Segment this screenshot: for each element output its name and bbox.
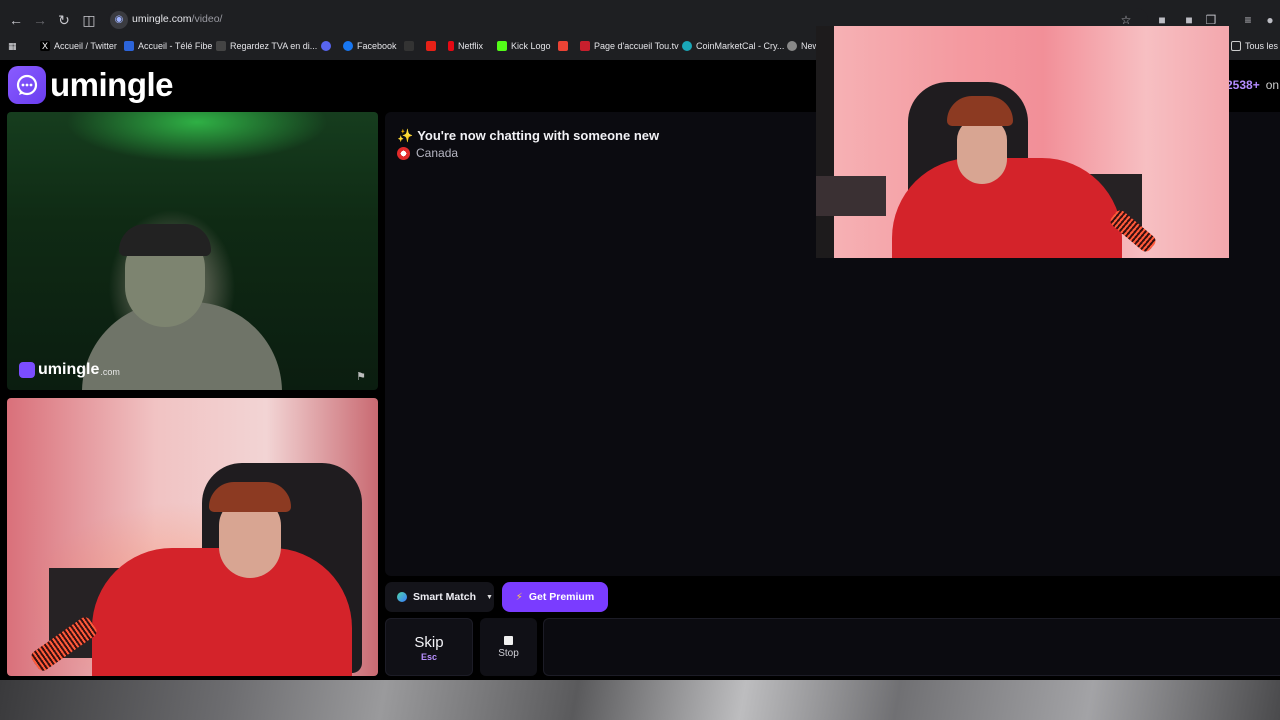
site-info-icon[interactable]: ◉ — [110, 11, 128, 29]
partner-country: Canada — [397, 146, 458, 160]
webcam-overlay — [816, 26, 1229, 258]
bookmark-item[interactable]: Page d'accueil Tou.tv — [580, 39, 679, 53]
online-count-value: 2538+ — [1226, 78, 1260, 92]
url-path: /video/ — [191, 13, 223, 25]
bookmark-label: Accueil - Télé Fibe — [138, 41, 213, 51]
forward-arrow-icon[interactable]: → — [32, 12, 48, 28]
bookmark-item[interactable] — [404, 39, 414, 53]
facebook-icon — [343, 41, 353, 51]
bookmark-item[interactable]: New — [787, 39, 819, 53]
umingle-watermark: umingle .com — [19, 361, 120, 379]
bookmark-item[interactable]: Accueil - Télé Fibe — [124, 39, 212, 53]
bookmark-label: Facebook — [357, 41, 397, 51]
sparkle-icon: ✨ — [397, 128, 414, 143]
premium-label: Get Premium — [528, 591, 595, 603]
shelf — [816, 176, 886, 216]
bookmark-label: CoinMarketCal - Cry... — [696, 41, 785, 51]
streamer-face — [957, 118, 1007, 184]
stranger-video: umingle .com ⚑ — [7, 112, 378, 390]
skip-shortcut: Esc — [420, 652, 437, 662]
chat-status: ✨ You're now chatting with someone new — [397, 128, 659, 144]
s-app-icon — [404, 41, 414, 51]
bookmark-label: Regardez TVA en di... — [230, 41, 318, 51]
url-host: umingle.com — [132, 13, 192, 25]
bookmark-item[interactable]: Regardez TVA en di... — [216, 39, 317, 53]
watermark-main: umingle — [38, 361, 100, 378]
discord-icon — [321, 41, 331, 51]
tva-icon — [216, 41, 226, 51]
online-users-count: 2538+ on — [1226, 78, 1279, 92]
sidebar-toggle-icon[interactable]: ◫ — [81, 12, 97, 28]
coinmarketcal-icon — [682, 41, 692, 51]
tab-search-icon[interactable]: ≡ — [1240, 12, 1256, 28]
lightning-icon: ⚡ — [515, 591, 523, 603]
youtube-icon — [426, 41, 436, 51]
chat-status-text: You're now chatting with someone new — [417, 128, 660, 143]
report-flag-icon[interactable]: ⚑ — [356, 370, 370, 384]
bookmark-item[interactable]: Netflix — [448, 39, 483, 53]
toutv-icon — [580, 41, 590, 51]
partner-country-name: Canada — [416, 146, 459, 160]
x-twitter-icon: X — [40, 41, 50, 51]
desk-surface — [0, 680, 1280, 720]
online-count-suffix: on — [1265, 78, 1280, 92]
bookmark-item[interactable] — [321, 39, 331, 53]
bookmark-label: Accueil / Twitter — [54, 41, 117, 51]
skip-label: Skip — [414, 634, 444, 651]
bookmark-item[interactable]: Kick Logo — [497, 39, 551, 53]
stop-icon — [504, 636, 513, 645]
bookmark-label: Page d'accueil Tou.tv — [594, 41, 679, 51]
chevron-down-icon: ▼ — [486, 593, 493, 601]
folder-icon — [1231, 41, 1241, 51]
bookmark-item[interactable]: X Accueil / Twitter — [40, 39, 117, 53]
stop-label: Stop — [498, 648, 519, 659]
smart-match-label: Smart Match — [413, 591, 477, 603]
tele-fibe-icon — [124, 41, 134, 51]
smart-match-dropdown[interactable]: Smart Match ▼ — [385, 582, 494, 612]
watermark-suffix: .com — [100, 367, 120, 377]
back-arrow-icon[interactable]: ← — [8, 12, 24, 28]
kick-icon — [497, 41, 507, 51]
stop-button[interactable]: Stop — [480, 618, 537, 676]
stranger-cap — [119, 224, 211, 256]
all-bookmarks[interactable]: Tous les — [1231, 39, 1278, 53]
bookmark-item[interactable] — [426, 39, 436, 53]
message-input[interactable] — [543, 618, 1280, 676]
chat-bubble-logo-icon — [8, 66, 46, 104]
logo-wordmark: umingle — [50, 66, 174, 103]
bookmark-item[interactable] — [558, 39, 568, 53]
url-text[interactable]: umingle.com/video/ — [132, 13, 222, 25]
netflix-icon — [448, 41, 454, 51]
skip-button[interactable]: Skip Esc — [385, 618, 473, 676]
chat-bubble-logo-icon — [19, 362, 35, 378]
wall-shadow — [816, 26, 834, 258]
red-hoodie — [92, 548, 352, 676]
reload-icon[interactable]: ↻ — [56, 12, 72, 28]
get-premium-button[interactable]: ⚡ Get Premium — [502, 582, 608, 612]
red-hoodie — [892, 158, 1122, 258]
streamer-cap — [947, 96, 1013, 126]
bookmark-item[interactable]: CoinMarketCal - Cry... — [682, 39, 784, 53]
bookmark-label: Netflix — [458, 41, 484, 51]
globe-icon — [787, 41, 797, 51]
canada-flag-icon — [397, 146, 410, 160]
site-logo[interactable]: umingle — [8, 65, 174, 105]
self-video — [7, 398, 378, 676]
bookmark-item[interactable]: Facebook — [343, 39, 397, 53]
bookmark-label: Kick Logo — [511, 41, 551, 51]
apps-grid-icon[interactable]: ▦ — [8, 39, 17, 53]
gmail-icon — [558, 41, 568, 51]
streamer-cap — [209, 482, 291, 512]
profile-avatar-icon[interactable]: ● — [1262, 12, 1278, 28]
bookmark-label: Tous les — [1245, 41, 1279, 51]
globe-icon — [397, 592, 407, 602]
